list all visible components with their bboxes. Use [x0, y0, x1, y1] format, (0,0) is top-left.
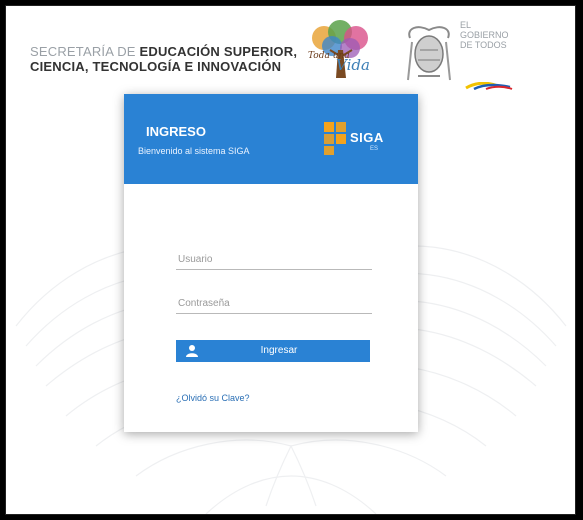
gov-line2-text: DE TODOS — [460, 40, 507, 50]
gov-stripe-icon — [465, 82, 513, 90]
login-subtitle: Bienvenido al sistema SIGA — [138, 146, 250, 156]
login-button[interactable]: Ingresar — [176, 340, 370, 362]
tree-logo-vida: Vida — [336, 56, 370, 74]
ministry-line1-light: SECRETARÍA DE — [30, 44, 136, 59]
username-input[interactable] — [176, 254, 372, 270]
gov-line-text: GOBIERNO — [460, 30, 509, 40]
login-button-label: Ingresar — [260, 345, 298, 356]
forgot-password-link[interactable]: ¿Olvidó su Clave? — [176, 393, 250, 403]
government-logo: EL GOBIERNO DE TODOS — [460, 20, 530, 50]
ministry-name: SECRETARÍA DE EDUCACIÓN SUPERIOR, CIENCI… — [30, 44, 300, 74]
login-title: INGRESO — [146, 124, 206, 139]
siga-brand: SIGA — [350, 130, 384, 145]
ministry-line1-bold: EDUCACIÓN SUPERIOR, — [139, 44, 298, 59]
ministry-line2: CIENCIA, TECNOLOGÍA E INNOVACIÓN — [30, 59, 282, 74]
login-card: INGRESO Bienvenido al sistema SIGA SIGA … — [124, 94, 418, 432]
coat-of-arms-icon — [407, 26, 451, 81]
password-input[interactable] — [176, 298, 372, 314]
siga-brand-sub: ES — [370, 146, 379, 152]
login-card-header: INGRESO Bienvenido al sistema SIGA SIGA … — [124, 94, 418, 184]
gov-el-text: EL — [460, 20, 472, 30]
page-frame: SECRETARÍA DE EDUCACIÓN SUPERIOR, CIENCI… — [5, 5, 576, 515]
